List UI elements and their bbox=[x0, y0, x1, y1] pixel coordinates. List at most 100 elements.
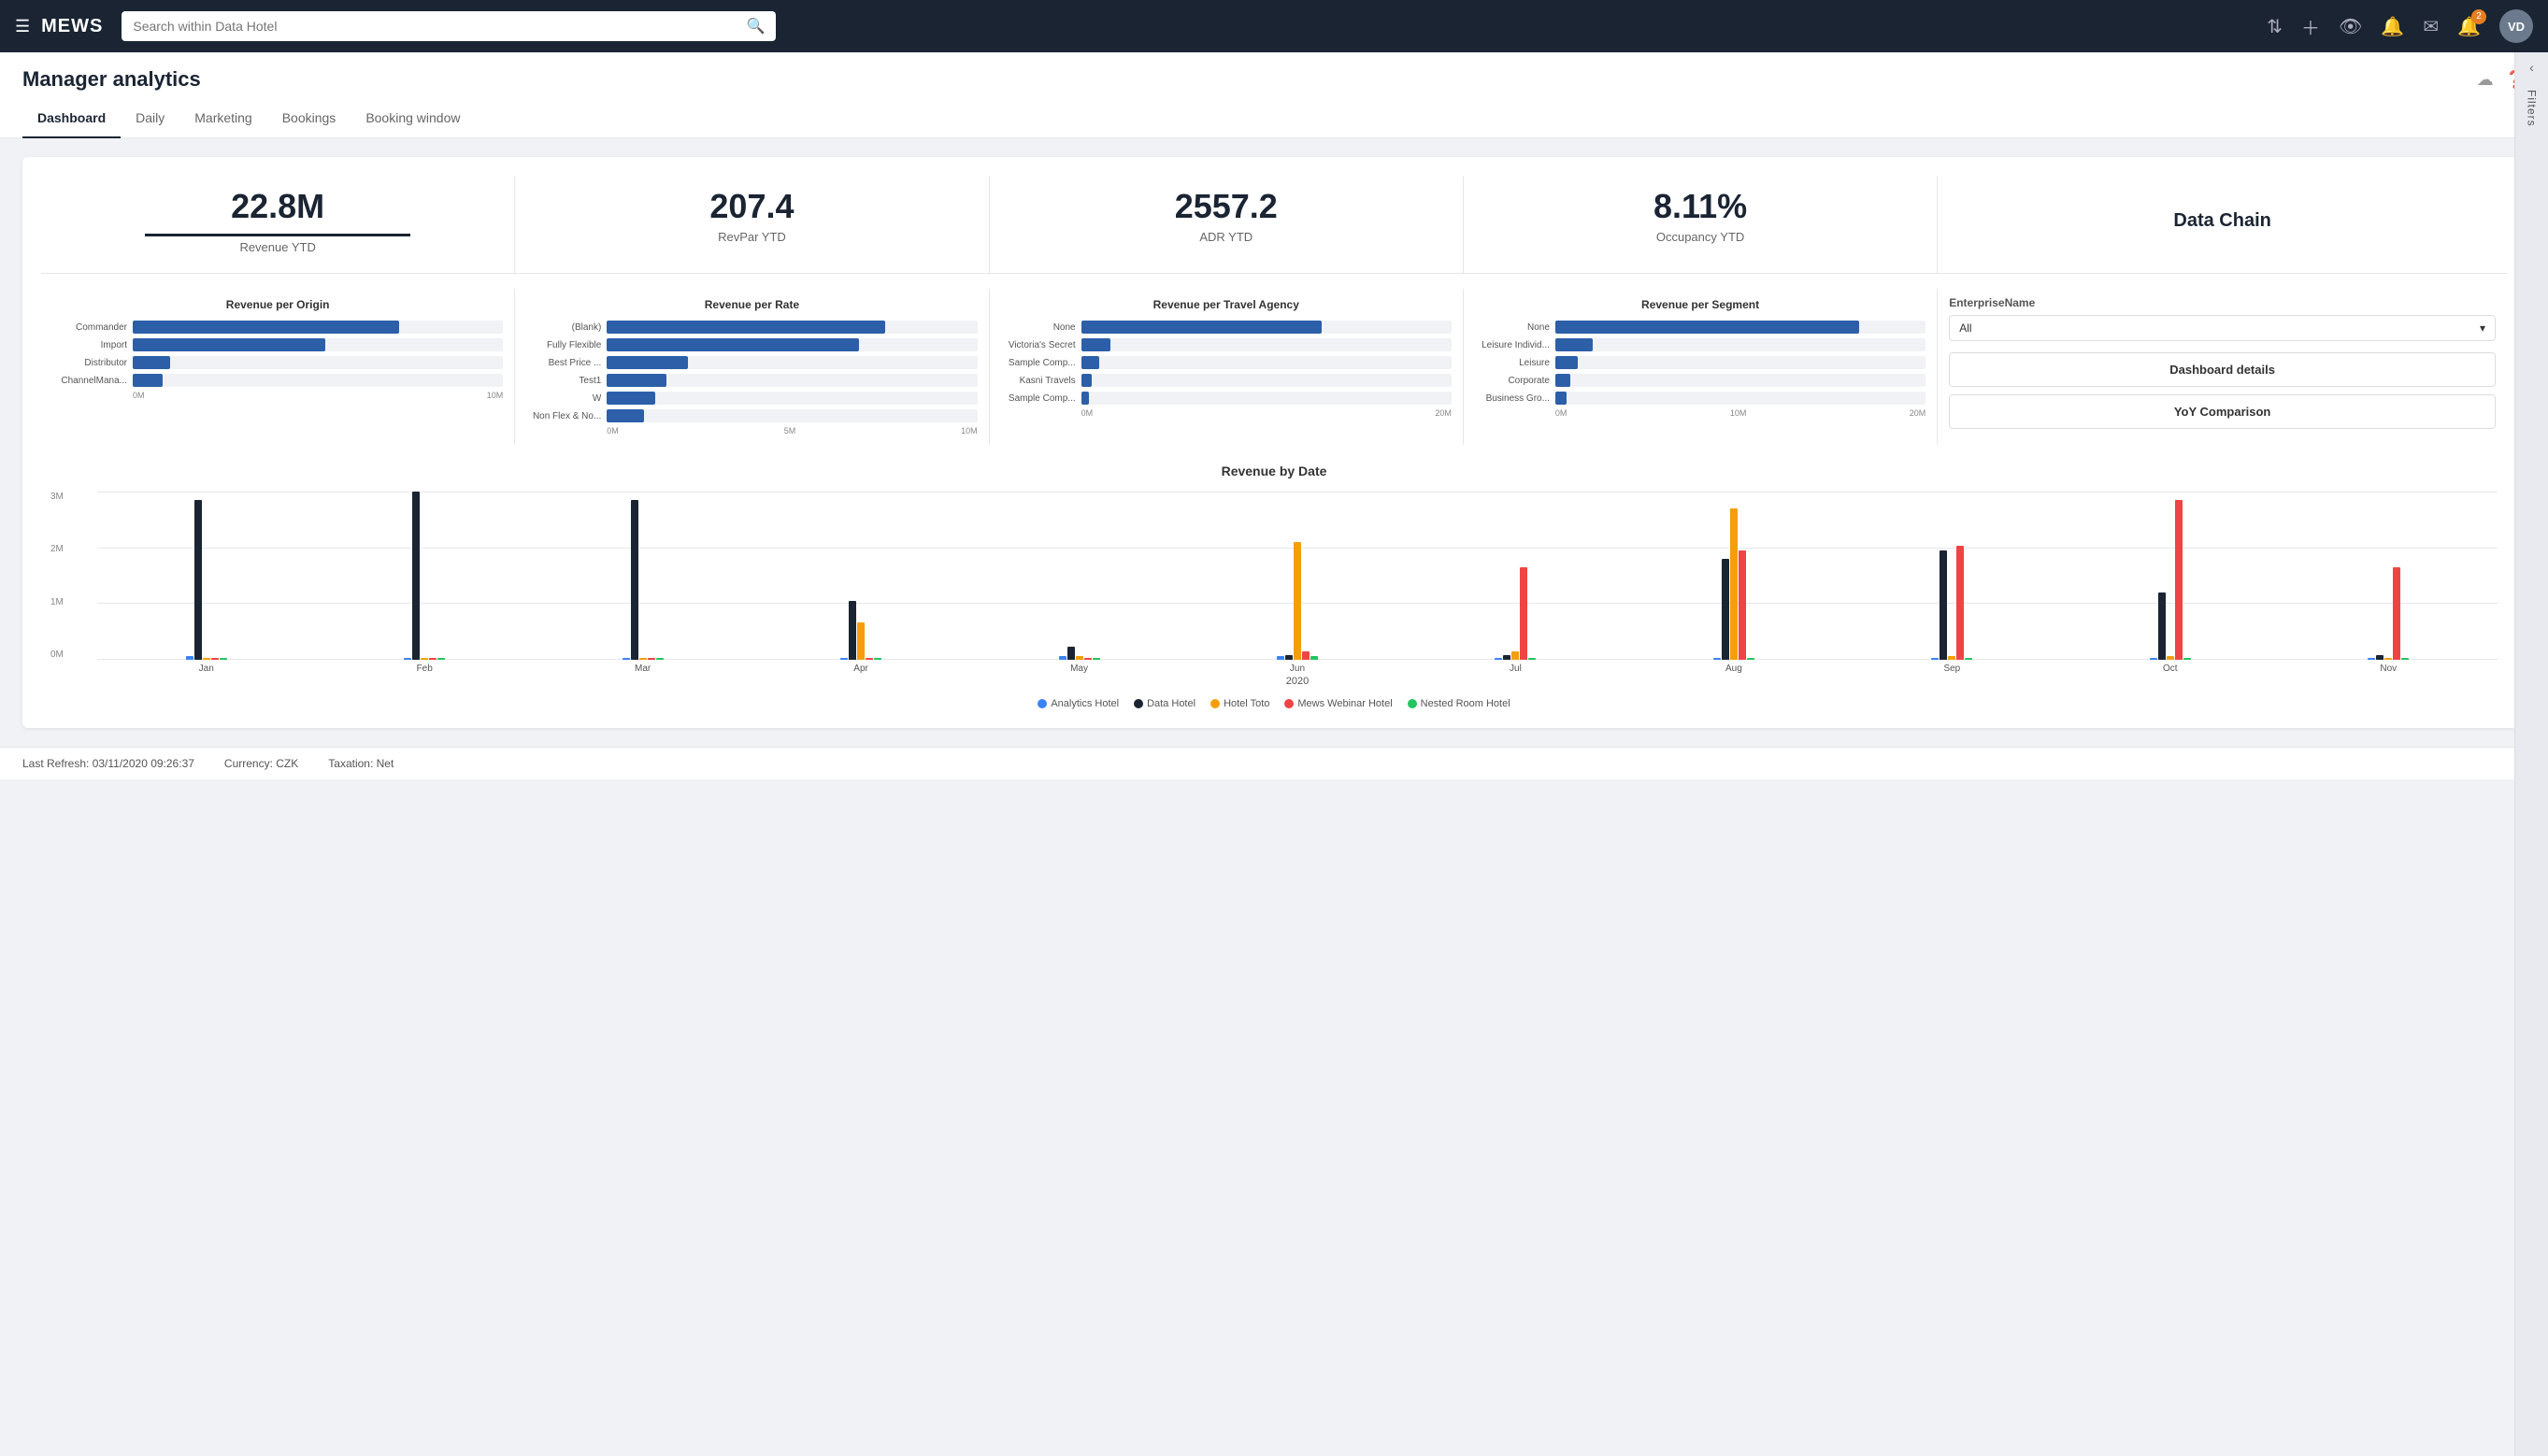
enterprise-label: EnterpriseName bbox=[1949, 296, 2496, 309]
enterprise-panel: EnterpriseName All ▾ Dashboard details Y… bbox=[1938, 289, 2507, 445]
bar-chart-grid: 3M 2M 1M 0M bbox=[50, 492, 2498, 660]
enterprise-select[interactable]: All ▾ bbox=[1949, 315, 2496, 341]
sort-icon[interactable]: ⇅ bbox=[2267, 15, 2283, 38]
header-actions: ⇅ ＋ 👁 🔔 ✉ 🔔 2 VD bbox=[2267, 9, 2533, 43]
chart-origin-bars: Commander Import Distributor ChannelMana… bbox=[52, 321, 503, 387]
bar-kasni: Kasni Travels bbox=[1001, 374, 1452, 387]
header: ☰ MEWS 🔍 ⇅ ＋ 👁 🔔 ✉ 🔔 2 VD bbox=[0, 0, 2548, 52]
month-feb bbox=[315, 492, 533, 660]
legend-nested: Nested Room Hotel bbox=[1408, 698, 1510, 709]
chart-segment-bars: None Leisure Individ... Leisure Corporat… bbox=[1475, 321, 1925, 405]
year-label: 2020 bbox=[97, 676, 2498, 687]
currency: Currency: CZK bbox=[224, 757, 298, 770]
legend-toto: Hotel Toto bbox=[1210, 698, 1269, 709]
legend-dot-data bbox=[1134, 699, 1143, 708]
tabs: Dashboard Daily Marketing Bookings Booki… bbox=[22, 103, 2526, 137]
tab-bookings[interactable]: Bookings bbox=[267, 103, 351, 138]
cloud-icon[interactable]: ☁ bbox=[2477, 70, 2494, 90]
avatar[interactable]: VD bbox=[2499, 9, 2533, 43]
y-labels: 3M 2M 1M 0M bbox=[50, 492, 71, 660]
bar-channelmana: ChannelMana... bbox=[52, 374, 503, 387]
kpi-occupancy-label: Occupancy YTD bbox=[1479, 230, 1922, 244]
tab-marketing[interactable]: Marketing bbox=[179, 103, 266, 138]
kpi-revenue-label: Revenue YTD bbox=[56, 240, 499, 254]
month-jul bbox=[1407, 492, 1625, 660]
chevron-left-icon[interactable]: ‹ bbox=[2529, 60, 2534, 75]
kpi-chain: Data Chain bbox=[1938, 176, 2507, 273]
add-icon[interactable]: ＋ bbox=[2301, 13, 2320, 40]
bell-icon[interactable]: 🔔 bbox=[2381, 15, 2404, 38]
bars-area bbox=[97, 492, 2498, 660]
month-sep bbox=[1843, 492, 2061, 660]
bar-none-seg: None bbox=[1475, 321, 1925, 334]
chart-rate-bars: (Blank) Fully Flexible Best Price ... Te… bbox=[526, 321, 977, 422]
search-icon: 🔍 bbox=[746, 17, 765, 36]
bar-test1: Test1 bbox=[526, 374, 977, 387]
month-jan bbox=[97, 492, 315, 660]
taxation: Taxation: Net bbox=[328, 757, 394, 770]
filters-label: Filters bbox=[2526, 90, 2539, 127]
mini-charts-row: Revenue per Origin Commander Import Dist… bbox=[41, 289, 2507, 445]
notifications-icon[interactable]: 🔔 2 bbox=[2457, 15, 2481, 38]
bar-leisure: Leisure bbox=[1475, 356, 1925, 369]
chevron-down-icon: ▾ bbox=[2480, 321, 2485, 335]
bar-blank: (Blank) bbox=[526, 321, 977, 334]
legend-webinar: Mews Webinar Hotel bbox=[1284, 698, 1392, 709]
month-jun bbox=[1188, 492, 1406, 660]
revenue-date-title: Revenue by Date bbox=[41, 464, 2507, 478]
legend-dot-webinar bbox=[1284, 699, 1294, 708]
tab-booking-window[interactable]: Booking window bbox=[351, 103, 475, 138]
bar-import: Import bbox=[52, 338, 503, 351]
chart-origin: Revenue per Origin Commander Import Dist… bbox=[41, 289, 515, 445]
page-title: Manager analytics bbox=[22, 67, 201, 92]
footer: Last Refresh: 03/11/2020 09:26:37 Curren… bbox=[0, 747, 2548, 779]
month-aug bbox=[1625, 492, 1842, 660]
chart-segment: Revenue per Segment None Leisure Individ… bbox=[1464, 289, 1938, 445]
chain-title: Data Chain bbox=[1953, 187, 2492, 254]
bar-w: W bbox=[526, 392, 977, 405]
month-nov bbox=[2280, 492, 2498, 660]
kpi-revpar-label: RevPar YTD bbox=[530, 230, 973, 244]
chart-segment-title: Revenue per Segment bbox=[1475, 298, 1925, 311]
month-mar bbox=[534, 492, 752, 660]
tab-daily[interactable]: Daily bbox=[121, 103, 179, 138]
search-bar[interactable]: 🔍 bbox=[122, 11, 776, 41]
last-refresh: Last Refresh: 03/11/2020 09:26:37 bbox=[22, 757, 194, 770]
search-input[interactable] bbox=[133, 19, 738, 34]
kpi-revpar: 207.4 RevPar YTD bbox=[515, 176, 989, 273]
bar-corporate: Corporate bbox=[1475, 374, 1925, 387]
month-oct bbox=[2061, 492, 2279, 660]
bar-non-flex: Non Flex & No... bbox=[526, 409, 977, 422]
filters-panel[interactable]: ‹ Filters bbox=[2514, 52, 2548, 1456]
legend-data: Data Hotel bbox=[1134, 698, 1195, 709]
bar-sample2: Sample Comp... bbox=[1001, 392, 1452, 405]
x-labels: Jan Feb Mar Apr May Jun Jul Aug Sep Oct … bbox=[97, 664, 2498, 674]
chart-origin-title: Revenue per Origin bbox=[52, 298, 503, 311]
chart-agency-bars: None Victoria's Secret Sample Comp... Ka… bbox=[1001, 321, 1452, 405]
logo: MEWS bbox=[41, 16, 103, 37]
preview-icon[interactable]: 👁 bbox=[2339, 15, 2362, 38]
dashboard-details-button[interactable]: Dashboard details bbox=[1949, 352, 2496, 387]
main-content: 22.8M Revenue YTD 207.4 RevPar YTD 2557.… bbox=[0, 138, 2548, 747]
bar-fully-flexible: Fully Flexible bbox=[526, 338, 977, 351]
chart-agency: Revenue per Travel Agency None Victoria'… bbox=[990, 289, 1464, 445]
legend-dot-toto bbox=[1210, 699, 1220, 708]
legend-dot-analytics bbox=[1038, 699, 1047, 708]
chart-rate-title: Revenue per Rate bbox=[526, 298, 977, 311]
kpi-revenue-value: 22.8M bbox=[56, 187, 499, 226]
page-header: Manager analytics ☁ ❓ Dashboard Daily Ma… bbox=[0, 52, 2548, 138]
month-may bbox=[970, 492, 1188, 660]
badge: 2 bbox=[2471, 9, 2486, 24]
tab-dashboard[interactable]: Dashboard bbox=[22, 103, 121, 138]
bar-chart-container: 3M 2M 1M 0M bbox=[41, 492, 2507, 687]
menu-icon[interactable]: ☰ bbox=[15, 17, 30, 36]
kpi-occupancy-value: 8.11% bbox=[1479, 187, 1922, 226]
kpi-occupancy: 8.11% Occupancy YTD bbox=[1464, 176, 1938, 273]
month-apr bbox=[752, 492, 969, 660]
mail-icon[interactable]: ✉ bbox=[2423, 15, 2439, 38]
bar-none-agency: None bbox=[1001, 321, 1452, 334]
yoy-comparison-button[interactable]: YoY Comparison bbox=[1949, 394, 2496, 429]
bar-business-gro: Business Gro... bbox=[1475, 392, 1925, 405]
kpi-adr-value: 2557.2 bbox=[1005, 187, 1448, 226]
kpi-adr: 2557.2 ADR YTD bbox=[990, 176, 1464, 273]
